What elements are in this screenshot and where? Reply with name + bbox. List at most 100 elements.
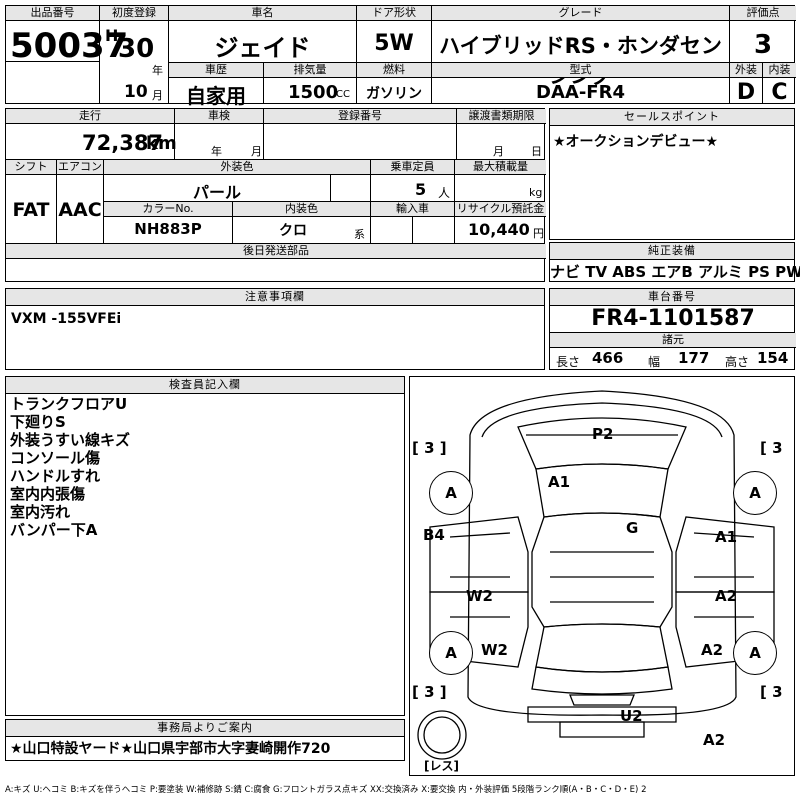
parts-label: 後日発送部品	[6, 244, 546, 259]
tread-front-right: [ 3	[760, 439, 783, 457]
color-label: 外装色	[104, 160, 370, 175]
displacement-label: 排気量	[264, 63, 356, 78]
length: 466	[592, 349, 624, 367]
inspector-notes: トランクフロアU 下廻りS 外装うすい線キズ コンソール傷 ハンドルすれ 室内内…	[10, 395, 130, 539]
tread-rear-left: [ 3 ]	[412, 683, 447, 701]
equipment-items: ナビ TV ABS エアB アルミ PS PW	[550, 263, 800, 281]
tire-front-left: A	[429, 471, 473, 515]
mark-a2-rear-right: A2	[701, 641, 724, 659]
era: H	[105, 26, 119, 45]
note-line: 室内汚れ	[10, 503, 71, 521]
ext-grade: D	[736, 80, 756, 105]
office-label: 事務局よりご案内	[6, 720, 404, 737]
model: DAA-FR4	[536, 82, 625, 103]
score-label: 評価点	[730, 6, 796, 21]
capacity-label: 乗車定員	[371, 160, 454, 175]
insp-month-unit: 月	[251, 145, 262, 158]
car-name: ジェイド	[214, 34, 311, 62]
ac: AAC	[58, 199, 102, 221]
month-unit: 月	[152, 89, 163, 102]
spare-tire-label: [レス]	[424, 759, 459, 773]
caution-label: 注意事項欄	[6, 289, 544, 306]
grade-label: グレード	[432, 6, 729, 21]
tread-value: 3	[424, 439, 435, 457]
shift: FAT	[12, 199, 50, 221]
reg-month: 10	[124, 82, 148, 102]
exterior-color: パール	[192, 183, 241, 202]
mark-u2: U2	[620, 707, 643, 725]
car-diagram-box: A A A A [ 3 ] [ 3 [ 3 ] [ 3 P2 A1 G B4 A…	[409, 376, 795, 776]
door-type: 5W	[374, 31, 414, 56]
model-label: 型式	[432, 63, 729, 78]
km-unit: km	[146, 133, 177, 154]
fuel: ガソリン	[366, 86, 422, 102]
caution-text: VXM -155VFEi	[11, 311, 122, 327]
recycle-label: リサイクル預託金	[455, 202, 546, 217]
history: 自家用	[186, 84, 246, 108]
first-reg-label: 初度登録	[100, 6, 168, 21]
transfer-label: 譲渡書類期限	[457, 109, 546, 124]
inspection-label: 車検	[175, 109, 263, 124]
header-block: 出品番号 50037 初度登録 H 30 年 車名 ジェイド ドア形状 5W グ…	[5, 5, 796, 108]
score: 3	[753, 30, 773, 60]
chassis-label: 車台番号	[550, 289, 794, 306]
load-unit: kg	[529, 186, 543, 199]
tread-value: 3	[772, 683, 783, 701]
office-box: 事務局よりご案内 ★山口特設ヤード★山口県宇部市大字妻崎開作720	[5, 719, 405, 761]
sales-point-text: ★オークションデビュー★	[553, 134, 719, 150]
year-unit: 年	[152, 64, 163, 77]
legend: A:キズ U:ヘコミ B:キズを伴うヘコミ P:要塗装 W:補修跡 S:錆 C:…	[5, 785, 647, 795]
spare-tire-text: レス	[429, 759, 454, 773]
car-name-label: 車名	[169, 6, 356, 21]
int-grade: C	[771, 80, 788, 105]
history-label: 車歴	[169, 63, 263, 78]
interior-color: クロ	[279, 223, 307, 239]
mark-a1-right: A1	[715, 528, 738, 546]
fuel-label: 燃料	[357, 63, 431, 78]
sales-point-box: セールスポイント ★オークションデビュー★	[549, 108, 795, 240]
chassis-number: FR4-1101587	[591, 306, 755, 331]
color-no-label: カラーNo.	[104, 202, 232, 217]
mark-b4: B4	[423, 526, 445, 544]
height: 154	[757, 349, 789, 367]
equipment-box: 純正装備 ナビ TV ABS エアB アルミ PS PW	[549, 242, 800, 282]
tire-rear-right: A	[733, 631, 777, 675]
equipment-label: 純正装備	[550, 243, 794, 260]
mark-a2-right: A2	[715, 587, 738, 605]
office-text: ★山口特設ヤード★山口県宇部市大字妻崎開作720	[10, 741, 331, 757]
lot-label: 出品番号	[6, 6, 99, 21]
door-label: ドア形状	[357, 6, 431, 21]
note-line: 室内内張傷	[10, 485, 86, 503]
transfer-month-unit: 月	[493, 145, 504, 158]
inspector-label: 検査員記入欄	[6, 377, 404, 394]
sales-point-label: セールスポイント	[550, 109, 794, 126]
note-line: トランクフロアU	[10, 395, 128, 413]
capacity: 5	[415, 180, 427, 199]
tread-value: 3	[772, 439, 783, 457]
mark-g: G	[626, 519, 639, 537]
capacity-unit: 人	[438, 186, 451, 200]
ext-label: 外装	[730, 63, 762, 78]
import-label: 輸入車	[371, 202, 454, 217]
reg-year: 30	[118, 34, 155, 64]
insp-year-unit: 年	[211, 145, 222, 158]
tread-front-left: [ 3 ]	[412, 439, 447, 457]
note-line: 下廻りS	[10, 413, 66, 431]
tread-value: 3	[424, 683, 435, 701]
grade: ハイブリッドRS・ホンダセンシング	[439, 34, 722, 88]
mark-a1-hood: A1	[548, 473, 571, 491]
shift-label: シフト	[6, 160, 56, 175]
mark-w2-rear-left: W2	[481, 641, 508, 659]
recycle-unit: 円	[533, 227, 544, 240]
tire-front-right: A	[733, 471, 777, 515]
tire-rear-left: A	[429, 631, 473, 675]
color-no: NH883P	[134, 220, 202, 238]
width-label: 幅	[648, 355, 661, 369]
int-label: 内装	[763, 63, 796, 78]
reg-no-label: 登録番号	[264, 109, 456, 124]
ac-label: エアコン	[57, 160, 103, 175]
length-label: 長さ	[556, 355, 581, 369]
mileage-label: 走行	[6, 109, 174, 124]
inspector-box: 検査員記入欄 トランクフロアU 下廻りS 外装うすい線キズ コンソール傷 ハンド…	[5, 376, 405, 716]
mark-p2: P2	[592, 425, 614, 443]
